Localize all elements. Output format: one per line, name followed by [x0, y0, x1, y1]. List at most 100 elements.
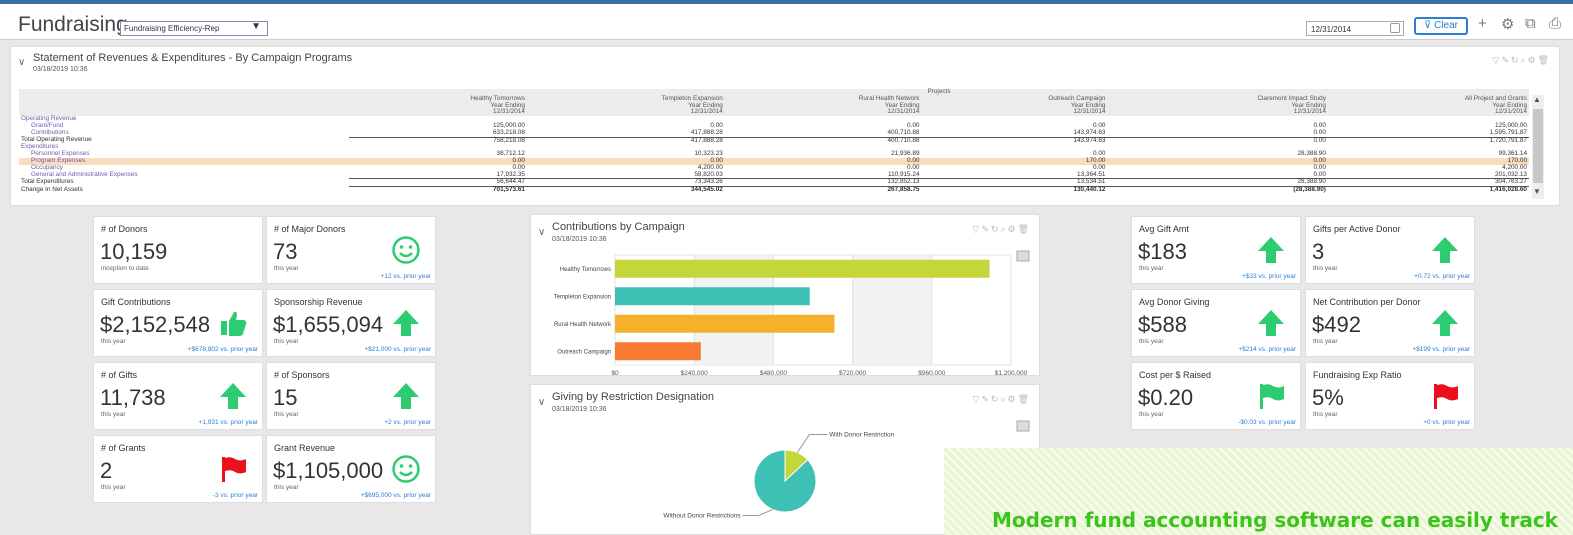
row-label: Change In Net Assets — [21, 185, 83, 193]
kpi-value: 3 — [1312, 239, 1325, 264]
table-cell: 21,936.89 — [891, 150, 920, 158]
gear-icon[interactable]: ⚙ — [1501, 15, 1514, 33]
filter-icon[interactable]: ▽ — [972, 394, 981, 404]
kpi-card[interactable]: Sponsorship Revenue $1,655,094 this year +$… — [266, 289, 436, 357]
kpi-label: Avg Donor Giving — [1139, 297, 1210, 307]
kpi-card[interactable]: Avg Gift Amt $183 this year +$33 vs. prior … — [1131, 216, 1301, 284]
edit-icon[interactable]: ✎ — [1501, 55, 1511, 65]
kpi-label: Gifts per Active Donor — [1313, 224, 1401, 234]
kpi-value: 5% — [1312, 385, 1344, 410]
kpi-card[interactable]: # of Sponsors 15 this year +2 vs. prior yea… — [266, 362, 436, 430]
collapse-chevron-icon[interactable]: ∨ — [538, 397, 545, 408]
copy-icon[interactable]: ⧉ — [1525, 15, 1536, 32]
kpi-period: this year — [1313, 411, 1338, 418]
kpi-compare: +$214 vs. prior year — [1238, 346, 1296, 353]
table-row: Contributions 633,218.08 417,888.28 400,710… — [19, 128, 1529, 137]
restriction-timestamp: 03/18/2019 10:36 — [552, 406, 607, 413]
gear-icon[interactable]: ⚙ — [1527, 55, 1537, 65]
kpi-label: # of Grants — [101, 443, 146, 453]
kpi-card[interactable]: # of Donors 10,159 inception to date — [93, 216, 263, 284]
scroll-thumb[interactable] — [1533, 109, 1543, 183]
arrow-up-icon — [1256, 308, 1286, 338]
clear-filter-button[interactable]: ⊽ Clear — [1414, 17, 1468, 35]
contributions-panel: ∨ Contributions by Campaign 03/18/2019 1… — [530, 214, 1040, 376]
table-cell: 400,710.88 — [724, 136, 922, 145]
kpi-compare: +1,931 vs. prior year — [198, 419, 258, 426]
column-header-date: 12/31/2014 — [1293, 108, 1326, 116]
kpi-card[interactable]: Gifts per Active Donor 3 this year +0.72 vs… — [1305, 216, 1475, 284]
kpi-card[interactable]: Net Contribution per Donor $492 this year +… — [1305, 289, 1475, 357]
edit-icon[interactable]: ✎ — [981, 394, 991, 404]
kpi-compare: -$0.03 vs. prior year — [1238, 419, 1296, 426]
view-select[interactable]: Fundraising Efficiency-Rep ▼ — [120, 21, 268, 36]
kpi-value: $183 — [1138, 239, 1187, 264]
table-cell — [1107, 116, 1327, 123]
scroll-up-icon[interactable]: ▲ — [1533, 95, 1541, 104]
table-cell: 130,440.12 — [921, 186, 1108, 194]
table-row: Program Expenses 0.00 0.00 0.00 170.00 0.00 17… — [19, 157, 1529, 165]
caption-text: Modern fund accounting software can easi… — [992, 508, 1558, 532]
kpi-period: this year — [274, 484, 299, 491]
refresh-icon[interactable]: ↻ — [991, 394, 1001, 404]
kpi-compare: +$678,802 vs. prior year — [187, 346, 258, 353]
table-cell: 170.00 — [921, 157, 1108, 165]
refresh-icon[interactable]: ↻ — [991, 224, 1001, 234]
table-cell: 344,545.02 — [526, 186, 725, 194]
table-cell: 417,888.28 — [690, 128, 723, 136]
table-cell: 758,218.08 — [349, 136, 527, 145]
statement-scrollbar[interactable]: ▲ ▼ — [1532, 95, 1544, 199]
kpi-compare: +12 vs. prior year — [380, 273, 431, 280]
red-flag-icon — [1430, 381, 1460, 411]
row-label[interactable]: Program Expenses — [19, 157, 349, 165]
table-cell: 0.00 — [1313, 170, 1326, 178]
print-icon[interactable]: ⎙ — [1549, 15, 1561, 32]
kpi-card[interactable]: # of Grants 2 this year -3 vs. prior year — [93, 435, 263, 503]
top-bar: Fundraising Fundraising Efficiency-Rep ▼… — [0, 0, 1573, 40]
trash-icon[interactable]: 🗑 — [1018, 224, 1031, 234]
refresh-icon[interactable]: ↻ — [1511, 55, 1521, 65]
x-tick-label: $240,000 — [681, 370, 708, 375]
kpi-card[interactable]: Gift Contributions $2,152,548 this year +$6… — [93, 289, 263, 357]
edit-icon[interactable]: ✎ — [981, 224, 991, 234]
kpi-card[interactable]: Grant Revenue $1,105,000 this year +$695,00… — [266, 435, 436, 503]
collapse-chevron-icon[interactable]: ∨ — [538, 227, 545, 238]
trash-icon[interactable]: 🗑 — [1018, 394, 1031, 404]
kpi-card[interactable]: Avg Donor Giving $588 this year +$214 vs. p… — [1131, 289, 1301, 357]
kpi-period: this year — [274, 338, 299, 345]
panel-toolbar: ▽✎↻⌕⚙🗑 — [972, 394, 1031, 405]
filter-icon[interactable]: ▽ — [1492, 55, 1501, 65]
kpi-period: this year — [1139, 338, 1164, 345]
kpi-label: Sponsorship Revenue — [274, 297, 363, 307]
kpi-compare: +2 vs. prior year — [384, 419, 431, 426]
add-icon[interactable]: + — [1478, 15, 1487, 32]
column-header-date: 12/31/2014 — [1495, 108, 1527, 116]
x-tick-label: $960,000 — [918, 370, 945, 375]
scroll-down-icon[interactable]: ▼ — [1533, 187, 1541, 196]
caption-banner: Modern fund accounting software can easi… — [944, 448, 1573, 535]
kpi-compare: +$21,000 vs. prior year — [364, 346, 431, 353]
thumbs-up-icon — [218, 308, 248, 338]
gear-icon[interactable]: ⚙ — [1007, 394, 1017, 404]
trash-icon[interactable]: 🗑 — [1538, 55, 1551, 65]
collapse-chevron-icon[interactable]: ∨ — [18, 57, 25, 68]
smiley-icon — [391, 235, 421, 265]
kpi-card[interactable]: # of Major Donors 73 this year +12 vs. prio… — [266, 216, 436, 284]
panel-toolbar: ▽✎↻⌕⚙🗑 — [972, 224, 1031, 235]
y-category-label: Healthy Tomorrows — [560, 267, 611, 273]
gear-icon[interactable]: ⚙ — [1007, 224, 1017, 234]
filter-icon[interactable]: ▽ — [972, 224, 981, 234]
download-icon — [1016, 420, 1030, 432]
kpi-card[interactable]: Cost per $ Raised $0.20 this year -$0.03 vs… — [1131, 362, 1301, 430]
green-flag-icon — [1256, 381, 1286, 411]
kpi-value: 15 — [273, 385, 298, 410]
kpi-period: this year — [101, 338, 126, 345]
table-cell: 1,416,028.60 — [1327, 186, 1529, 194]
table-cell: 400,710.88 — [887, 128, 920, 136]
kpi-card[interactable]: # of Gifts 11,738 this year +1,931 vs. prio… — [93, 362, 263, 430]
red-flag-icon — [218, 454, 248, 484]
contributions-timestamp: 03/18/2019 10:36 — [552, 236, 607, 243]
date-input[interactable]: 12/31/2014 — [1306, 21, 1404, 36]
calendar-icon[interactable] — [1390, 23, 1400, 33]
row-label[interactable]: Operating Revenue — [19, 115, 349, 123]
kpi-card[interactable]: Fundraising Exp Ratio 5% this year +0 vs. p… — [1305, 362, 1475, 430]
